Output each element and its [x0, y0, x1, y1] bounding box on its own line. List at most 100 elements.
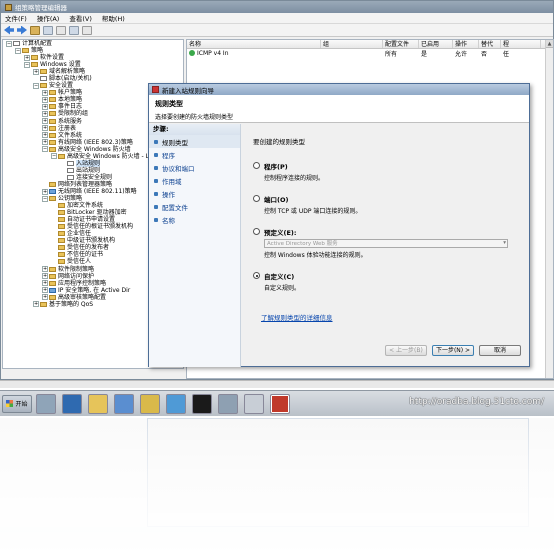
dialog-header: 规则类型 选择要创建的防火墙规则类型 — [149, 95, 529, 123]
radio-port[interactable] — [253, 195, 260, 202]
expand-icon[interactable]: + — [42, 188, 48, 195]
menu-action[interactable]: 操作(A) — [37, 13, 60, 23]
tree-item[interactable]: + 域名解析策略 — [3, 68, 183, 75]
scroll-up-icon[interactable]: ▲ — [546, 40, 553, 48]
option-port[interactable]: 端口(O) 控制 TCP 或 UDP 端口连接的规则。 — [253, 194, 523, 215]
expand-icon[interactable]: + — [42, 294, 48, 301]
option-custom[interactable]: 自定义(C) 自定义规则。 — [253, 271, 523, 292]
taskbar-app-icon[interactable] — [88, 393, 108, 414]
tree-item-label: 注册表 — [58, 124, 77, 132]
folder-icon — [58, 231, 65, 237]
properties-icon[interactable] — [69, 25, 79, 35]
table-row[interactable]: ICMP v4 In 所有 是 允许 否 任 — [187, 49, 553, 58]
cancel-button[interactable]: 取消 — [479, 345, 521, 356]
expand-icon[interactable]: + — [42, 280, 48, 287]
folder-up-icon[interactable] — [30, 25, 40, 35]
expand-icon[interactable]: + — [42, 118, 48, 125]
show-hide-tree-icon[interactable] — [43, 25, 53, 35]
expand-icon[interactable]: + — [42, 125, 48, 132]
expand-icon[interactable]: + — [42, 273, 48, 280]
expand-icon[interactable]: + — [42, 132, 48, 139]
horizontal-scrollbar[interactable] — [0, 380, 554, 388]
step-action[interactable]: 操作 — [149, 187, 240, 200]
expand-icon[interactable]: + — [42, 96, 48, 103]
folder-icon — [58, 217, 65, 223]
start-button[interactable]: 开始 — [2, 394, 32, 413]
collapse-icon[interactable]: − — [51, 153, 57, 160]
option-title: 自定义(C) — [264, 273, 295, 281]
tree-item[interactable]: + 软件设置 — [3, 54, 183, 61]
collapse-icon[interactable]: − — [42, 195, 48, 202]
collapse-icon[interactable]: − — [15, 47, 21, 54]
dialog-title-bar: 新建入站规则向导 — [149, 84, 529, 95]
rule-program: 任 — [503, 50, 510, 58]
option-predefined[interactable]: 预定义(E): Active Directory Web 服务 控制 Windo… — [253, 227, 523, 259]
expand-icon[interactable]: + — [33, 68, 39, 75]
col-action[interactable]: 操作 — [453, 40, 479, 48]
expand-icon[interactable]: + — [42, 287, 48, 294]
spacer — [51, 230, 57, 237]
taskbar-app-icon[interactable] — [36, 393, 56, 414]
tree-item[interactable]: − 计算机配置 — [3, 40, 183, 47]
tree-item[interactable]: − 策略 — [3, 47, 183, 54]
expand-icon[interactable]: + — [24, 54, 30, 61]
folder-icon — [31, 62, 38, 68]
option-program[interactable]: 程序(P) 控制程序连接的规则。 — [253, 161, 523, 182]
step-protocol-port[interactable]: 协议和端口 — [149, 161, 240, 174]
expand-icon[interactable]: + — [33, 301, 39, 308]
tree-item-label: 出站规则 — [76, 166, 101, 174]
taskbar-app-icon[interactable] — [192, 393, 212, 414]
col-enabled[interactable]: 已启用 — [419, 40, 453, 48]
back-icon[interactable] — [4, 25, 14, 35]
radio-custom[interactable] — [253, 272, 260, 279]
folder-icon — [49, 132, 56, 138]
expand-icon[interactable]: + — [42, 139, 48, 146]
menu-file[interactable]: 文件(F) — [5, 13, 27, 23]
step-rule-type[interactable]: 规则类型 — [149, 135, 240, 148]
col-override[interactable]: 替代 — [479, 40, 501, 48]
expand-icon[interactable]: + — [42, 89, 48, 96]
tree-item[interactable]: 脚本(启动/关机) — [3, 75, 183, 82]
col-profile[interactable]: 配置文件 — [383, 40, 419, 48]
step-scope[interactable]: 作用域 — [149, 174, 240, 187]
expand-icon[interactable]: + — [42, 266, 48, 273]
collapse-icon[interactable]: − — [33, 82, 39, 89]
taskbar-app-icon[interactable] — [166, 393, 186, 414]
expand-icon[interactable]: + — [42, 103, 48, 110]
predefined-select[interactable]: Active Directory Web 服务 — [264, 239, 508, 248]
list-scrollbar[interactable]: ▲ — [545, 40, 553, 378]
forward-icon[interactable] — [17, 25, 27, 35]
col-program[interactable]: 程 — [501, 40, 541, 48]
help-icon[interactable] — [82, 25, 92, 35]
taskbar-app-icon[interactable] — [62, 393, 82, 414]
folder-icon — [40, 83, 47, 89]
tree-item[interactable]: − Windows 设置 — [3, 61, 183, 68]
step-profile[interactable]: 配置文件 — [149, 200, 240, 213]
taskbar-app-icon[interactable] — [140, 393, 160, 414]
back-button[interactable]: < 上一步(B) — [385, 345, 427, 356]
collapse-icon[interactable]: − — [6, 40, 12, 47]
new-inbound-rule-wizard: 新建入站规则向导 规则类型 选择要创建的防火墙规则类型 步骤: 规则类型 程序 … — [148, 83, 530, 367]
next-button[interactable]: 下一步(N) > — [432, 345, 474, 356]
step-program[interactable]: 程序 — [149, 148, 240, 161]
tree-item-label: 文件系统 — [58, 131, 83, 139]
menu-view[interactable]: 查看(V) — [69, 13, 92, 23]
reflection-fade — [0, 418, 554, 553]
collapse-icon[interactable]: − — [42, 146, 48, 153]
export-list-icon[interactable] — [56, 25, 66, 35]
col-name[interactable]: 名称 — [187, 40, 321, 48]
window-title: 组策略管理编辑器 — [15, 4, 67, 12]
radio-predefined[interactable] — [253, 228, 260, 235]
radio-program[interactable] — [253, 162, 260, 169]
expand-icon[interactable]: + — [42, 110, 48, 117]
spacer — [51, 202, 57, 209]
step-name[interactable]: 名称 — [149, 213, 240, 226]
collapse-icon[interactable]: − — [24, 61, 30, 68]
taskbar-app-icon[interactable] — [270, 393, 290, 414]
menu-help[interactable]: 帮助(H) — [102, 13, 125, 23]
taskbar-app-icon[interactable] — [218, 393, 238, 414]
learn-more-link[interactable]: 了解规则类型的详细信息 — [261, 312, 333, 322]
taskbar-app-icon[interactable] — [114, 393, 134, 414]
taskbar-app-icon[interactable] — [244, 393, 264, 414]
col-group[interactable]: 组 — [321, 40, 383, 48]
